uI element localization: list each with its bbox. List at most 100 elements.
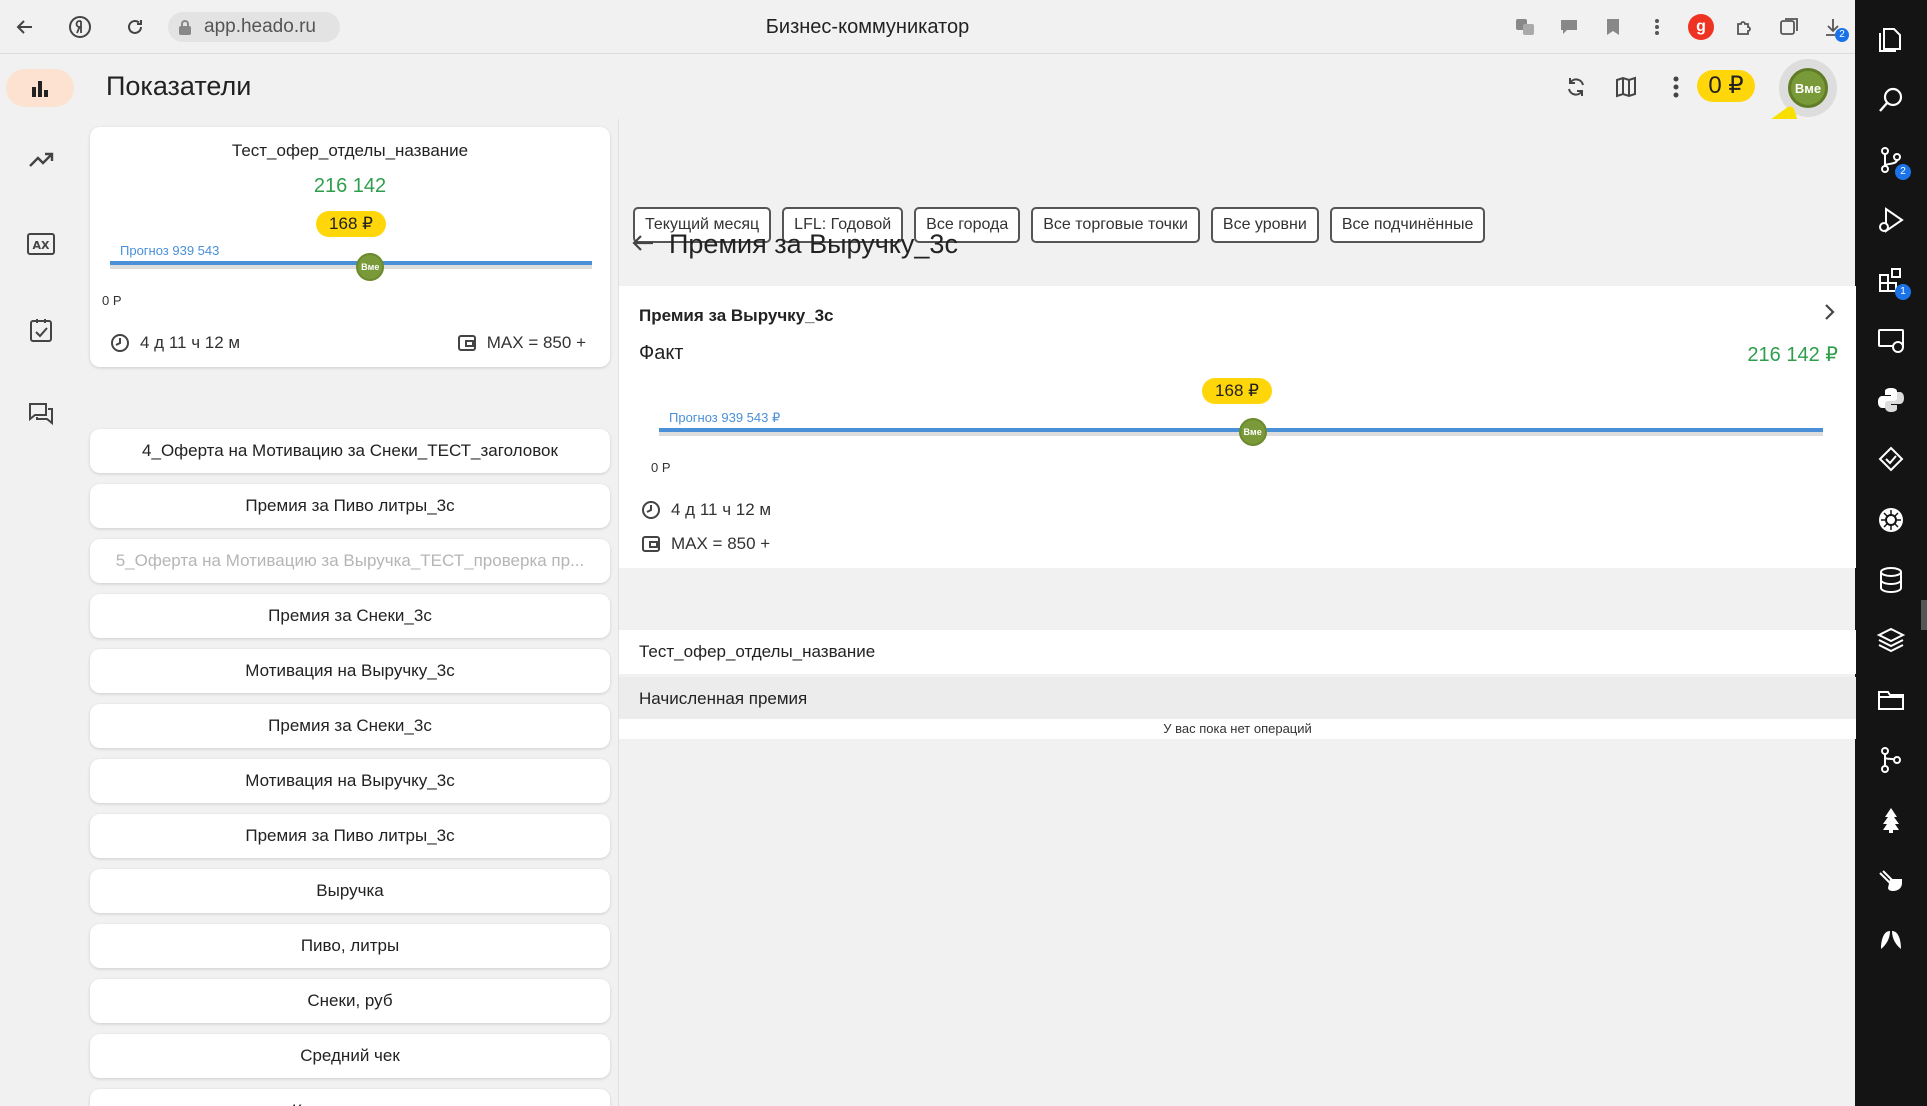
search-icon[interactable]: [1873, 82, 1909, 118]
yandex-logo-icon[interactable]: [63, 10, 97, 44]
list-item[interactable]: 5_Оферта на Мотивацию за Выручка_ТЕСТ_пр…: [90, 539, 610, 583]
address-bar[interactable]: app.heado.ru: [168, 12, 340, 42]
list-item[interactable]: Кол-во продаж: [90, 1089, 610, 1106]
progress-track: [110, 261, 592, 269]
collections-icon[interactable]: [1767, 12, 1811, 42]
indicator-card-active[interactable]: Тест_офер_отделы_название 216 142 168 ₽ …: [90, 127, 610, 367]
git-graph-icon[interactable]: [1873, 742, 1909, 778]
bar-chart-icon: [32, 81, 48, 97]
offer-row[interactable]: Тест_офер_отделы_название: [619, 630, 1856, 674]
map-icon[interactable]: [1610, 71, 1642, 103]
list-item[interactable]: Средний чек: [90, 1034, 610, 1078]
fact-label: Факт: [639, 342, 684, 364]
docker-icon[interactable]: [1873, 862, 1909, 898]
chevron-right-icon[interactable]: [1822, 302, 1836, 327]
layers-icon[interactable]: [1873, 622, 1909, 658]
list-item[interactable]: Премия за Снеки_3с: [90, 704, 610, 748]
app-area: Показатели 0 ₽ Вме AX Тест_офер_отделы_н…: [0, 55, 1856, 1106]
indicator-value: 216 142: [313, 175, 387, 197]
detail-card: Премия за Выручку_3с Факт 216 142 ₽ 168 …: [619, 286, 1856, 568]
back-arrow-icon[interactable]: [631, 233, 655, 258]
accrued-row[interactable]: Начисленная премия: [619, 677, 1856, 721]
zero-label: 0 Р: [102, 293, 122, 308]
list-item[interactable]: 4_Оферта на Мотивацию за Снеки_ТЕСТ_заго…: [90, 429, 610, 473]
remote-explorer-icon[interactable]: [1873, 322, 1909, 358]
folder-icon[interactable]: [1873, 682, 1909, 718]
list-item[interactable]: Снеки, руб: [90, 979, 610, 1023]
ide-sidebar: 2 1: [1855, 0, 1927, 1106]
list-item[interactable]: Мотивация на Выручку_3с: [90, 759, 610, 803]
extensions-icon[interactable]: 1: [1873, 262, 1911, 300]
download-icon[interactable]: 2: [1811, 12, 1855, 42]
list-item[interactable]: Выручка: [90, 869, 610, 913]
list-item[interactable]: Премия за Пиво литры_3с: [90, 814, 610, 858]
progress-marker: Вме: [1238, 418, 1267, 446]
explorer-icon[interactable]: [1873, 22, 1909, 58]
list-item[interactable]: Пиво, литры: [90, 924, 610, 968]
progress-marker: Вме: [356, 253, 385, 281]
max-text: MAX = 850 +: [486, 333, 586, 352]
lock-icon: [179, 20, 191, 35]
wallet-icon: [457, 335, 476, 351]
forecast-line: [110, 261, 592, 265]
list-item[interactable]: Премия за Снеки_3с: [90, 594, 610, 638]
empty-operations-note: У вас пока нет операций: [619, 719, 1856, 739]
avatar: Вме: [1788, 68, 1828, 108]
testing-icon[interactable]: [1873, 442, 1909, 478]
svg-text:AX: AX: [33, 239, 51, 252]
trending-icon[interactable]: [24, 143, 58, 177]
extension-red-icon[interactable]: g: [1679, 12, 1723, 42]
reload-icon[interactable]: [118, 10, 152, 44]
ide-scrollbar[interactable]: [1921, 600, 1927, 630]
time-left-text: 4 д 11 ч 12 м: [140, 333, 241, 352]
bookmark-icon[interactable]: [1591, 12, 1635, 42]
browser-page-title: Бизнес-коммуникатор: [765, 16, 970, 38]
url-text: app.heado.ru: [204, 16, 316, 37]
timer-icon: [642, 501, 660, 519]
bonus-pill: 168 ₽: [1202, 378, 1272, 404]
nav-indicators-button[interactable]: [6, 69, 74, 107]
time-left-text: 4 д 11 ч 12 м: [671, 500, 772, 519]
source-control-badge: 2: [1895, 164, 1911, 180]
database-icon[interactable]: [1873, 562, 1909, 598]
filter-stores[interactable]: Все торговые точки: [1031, 207, 1200, 243]
forecast-label: Прогноз 939 543 ₽: [669, 410, 781, 425]
source-control-icon[interactable]: 2: [1873, 142, 1911, 180]
forecast-label: Прогноз 939 543: [120, 243, 220, 258]
chat-icon[interactable]: [1547, 12, 1591, 42]
time-left: 4 д 11 ч 12 м: [641, 500, 771, 520]
extensions-badge: 1: [1895, 284, 1911, 300]
list-item[interactable]: Премия за Пиво литры_3с: [90, 484, 610, 528]
run-debug-icon[interactable]: [1873, 202, 1909, 238]
filter-subordinates[interactable]: Все подчинённые: [1329, 207, 1486, 243]
list-item[interactable]: Мотивация на Выручку_3с: [90, 649, 610, 693]
filter-levels[interactable]: Все уровни: [1210, 207, 1319, 243]
time-left: 4 д 11 ч 12 м: [110, 333, 240, 353]
browser-toolbar: app.heado.ru Бизнес-коммуникатор g 2: [0, 0, 1855, 54]
translate-icon[interactable]: [1503, 12, 1547, 42]
page-title: Показатели: [106, 71, 252, 101]
refresh-icon[interactable]: [1560, 71, 1592, 103]
detail-panel: Текущий месяц LFL: Годовой Все города Вс…: [618, 119, 1856, 1106]
balance-badge[interactable]: 0 ₽: [1697, 70, 1755, 102]
zero-label: 0 Р: [651, 460, 671, 475]
tree-icon[interactable]: [1873, 802, 1909, 838]
tasks-icon[interactable]: [24, 313, 58, 347]
wallet-icon: [642, 536, 660, 552]
more-vert-icon[interactable]: [1635, 12, 1679, 42]
back-icon[interactable]: [8, 10, 42, 44]
messages-icon[interactable]: [24, 397, 58, 431]
detail-title: Премия за Выручку_3с: [669, 229, 958, 259]
python-icon[interactable]: [1873, 382, 1909, 418]
extensions-puzzle-icon[interactable]: [1723, 12, 1767, 42]
timer-icon: [111, 334, 129, 352]
detail-card-title: Премия за Выручку_3с: [639, 306, 834, 325]
leaf-icon[interactable]: [1873, 922, 1909, 958]
app-header: Показатели 0 ₽ Вме: [0, 55, 1855, 192]
ax-icon[interactable]: AX: [24, 227, 58, 261]
more-vert-icon[interactable]: [1660, 71, 1692, 103]
download-badge: 2: [1835, 28, 1849, 42]
kubernetes-icon[interactable]: [1873, 502, 1909, 538]
max-value: MAX = 850 +: [641, 534, 770, 554]
browser-actions: g 2: [1503, 12, 1855, 42]
